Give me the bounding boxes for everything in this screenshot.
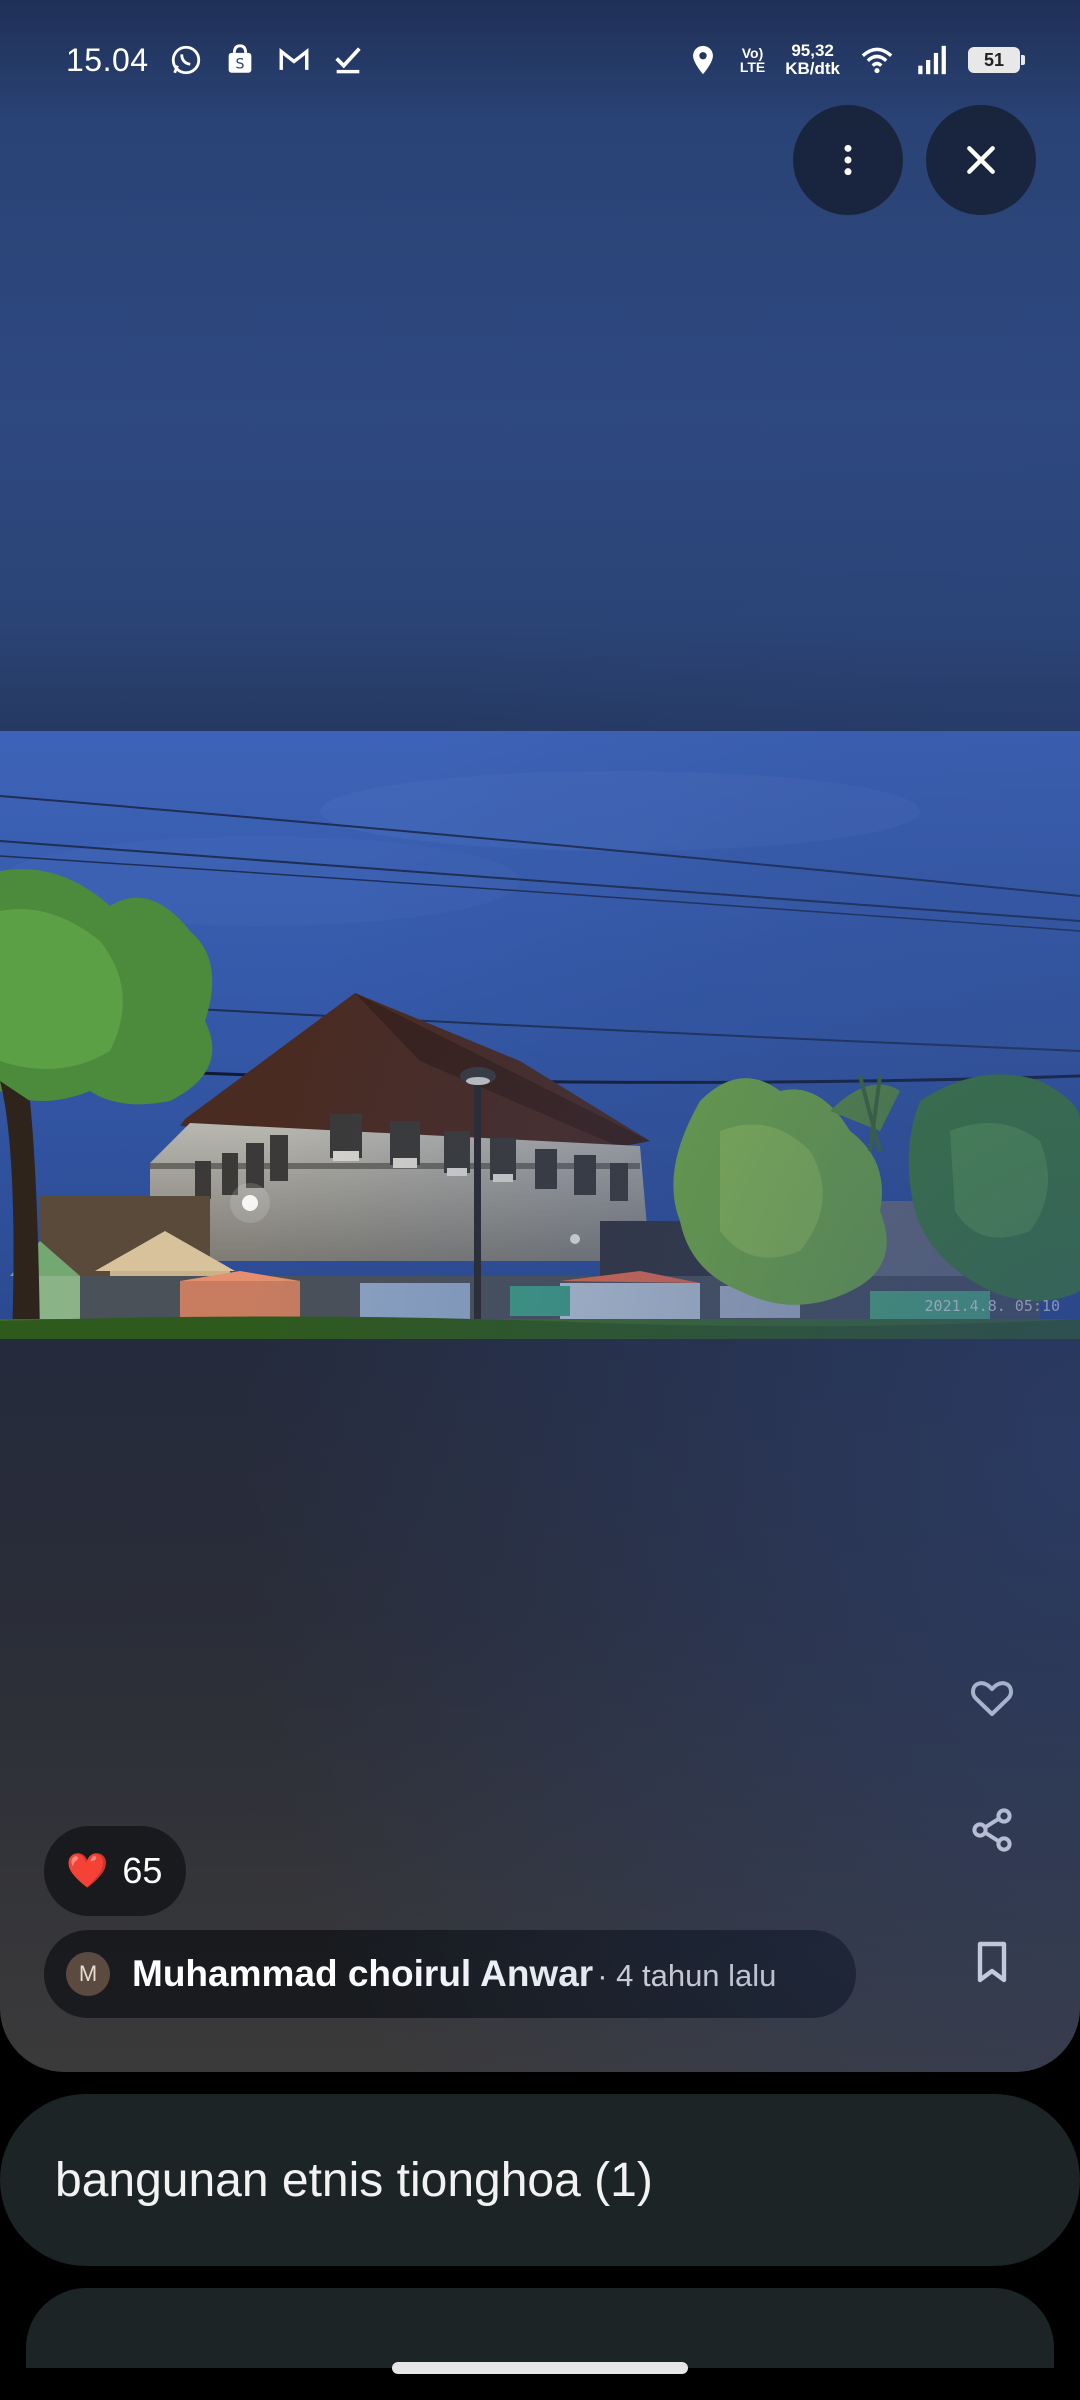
- heart-emoji-icon: ❤️: [66, 1852, 109, 1890]
- gmail-icon: [279, 48, 309, 70]
- photo[interactable]: 2021.4.8. 05:10: [0, 731, 1080, 1339]
- album-title: bangunan etnis tionghoa (1): [55, 2153, 653, 2207]
- shopee-icon: S: [228, 44, 251, 73]
- share-icon: [972, 1808, 1012, 1852]
- like-count-badge[interactable]: ❤️ 65: [44, 1826, 187, 1916]
- building-photo-image: [0, 731, 1080, 1339]
- like-button[interactable]: [960, 1665, 1024, 1729]
- close-button[interactable]: [926, 105, 1036, 215]
- network-speed: 95,32 KB/dtk: [785, 41, 840, 78]
- signal-icon: [918, 45, 946, 75]
- wifi-icon: [861, 47, 893, 74]
- home-indicator[interactable]: [392, 2362, 688, 2374]
- status-bar: 15.04 S Vo) LTE 95,32 KB/dtk 51: [0, 0, 1080, 120]
- author-chip[interactable]: M Muhammad choirul Anwar · 4 tahun lalu: [44, 1930, 856, 2018]
- share-button[interactable]: [960, 1798, 1024, 1862]
- next-album-card[interactable]: [26, 2288, 1054, 2368]
- more-vertical-icon: [844, 144, 852, 176]
- like-count: 65: [122, 1850, 163, 1891]
- heart-outline-icon: [971, 1681, 1013, 1716]
- avatar: M: [66, 1952, 110, 1996]
- svg-text:S: S: [235, 57, 244, 73]
- author-name: Muhammad choirul Anwar: [132, 1953, 594, 1994]
- battery-indicator: 51: [968, 47, 1025, 73]
- location-icon: [692, 45, 713, 75]
- close-icon: [967, 146, 995, 174]
- clock: 15.04: [66, 41, 149, 78]
- whatsapp-icon: [171, 45, 200, 75]
- photo-timestamp: 2021.4.8. 05:10: [924, 1297, 1060, 1315]
- post-time: · 4 tahun lalu: [597, 1958, 777, 1993]
- photo-viewer: 15.04 S Vo) LTE 95,32 KB/dtk 51 2021.4.8…: [0, 0, 1080, 2072]
- save-button[interactable]: [960, 1930, 1024, 1994]
- volte-indicator: Vo) LTE: [739, 45, 766, 75]
- more-options-button[interactable]: [793, 105, 903, 215]
- bookmark-icon: [977, 1941, 1007, 1983]
- album-card[interactable]: bangunan etnis tionghoa (1): [0, 2094, 1080, 2266]
- tasks-icon: [334, 47, 361, 74]
